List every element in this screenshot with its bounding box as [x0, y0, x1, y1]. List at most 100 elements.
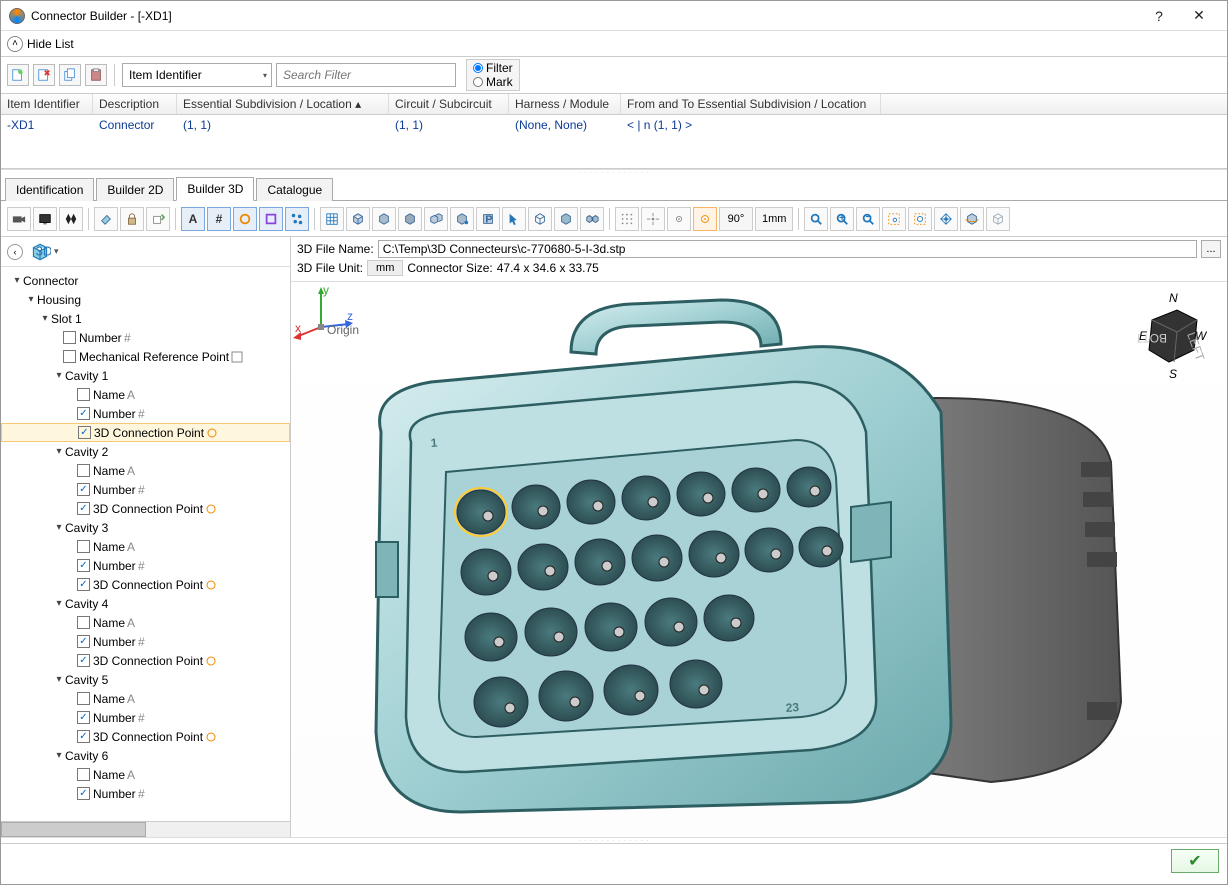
checkbox[interactable] [77, 540, 90, 553]
checkbox[interactable] [77, 464, 90, 477]
tab-builder-2d[interactable]: Builder 2D [96, 178, 174, 201]
snap-point-button[interactable] [667, 207, 691, 231]
tree-cav1-number[interactable]: Number# [1, 404, 290, 423]
tree-cavity-3[interactable]: ▾Cavity 3 [1, 518, 290, 537]
radio-mark[interactable]: Mark [473, 75, 513, 89]
checkbox[interactable] [77, 502, 90, 515]
checkbox[interactable] [77, 616, 90, 629]
tree-slot1-number[interactable]: Number# [1, 328, 290, 347]
origin-axes-gizmo[interactable]: y x z Origin [291, 282, 361, 352]
collapse-tree-button[interactable]: ‹ [7, 244, 23, 260]
snap-highlight-button[interactable] [693, 207, 717, 231]
view-screen-button[interactable] [33, 207, 57, 231]
tree-cav4-cp[interactable]: 3D Connection Point [1, 651, 290, 670]
cube-1-button[interactable] [346, 207, 370, 231]
checkbox[interactable] [77, 654, 90, 667]
checkbox[interactable] [77, 578, 90, 591]
hash-button[interactable]: # [207, 207, 231, 231]
checkbox[interactable] [77, 635, 90, 648]
zoom-select-button[interactable] [908, 207, 932, 231]
tree-cav2-cp[interactable]: 3D Connection Point [1, 499, 290, 518]
tree-slot1[interactable]: ▾Slot 1 [1, 309, 290, 328]
checkbox[interactable] [63, 350, 76, 363]
checkbox[interactable] [77, 559, 90, 572]
checkbox[interactable] [77, 787, 90, 800]
zoom-out-button[interactable]: − [856, 207, 880, 231]
zoom-fit-button[interactable] [804, 207, 828, 231]
cube-stack-button[interactable] [450, 207, 474, 231]
delete-item-button[interactable] [33, 64, 55, 86]
tree-cavity-6[interactable]: ▾Cavity 6 [1, 746, 290, 765]
checkbox[interactable] [77, 730, 90, 743]
browse-button[interactable]: ... [1201, 240, 1221, 258]
square-button[interactable] [259, 207, 283, 231]
hollow-circle-button[interactable] [233, 207, 257, 231]
lock-button[interactable] [120, 207, 144, 231]
tree-cav6-name[interactable]: NameA [1, 765, 290, 784]
cube-3-button[interactable] [398, 207, 422, 231]
cube-2-button[interactable] [372, 207, 396, 231]
new-item-button[interactable]: + [7, 64, 29, 86]
tree-housing[interactable]: ▾Housing [1, 290, 290, 309]
radio-filter[interactable]: Filter [473, 61, 513, 75]
cube-multi-button[interactable] [424, 207, 448, 231]
view-cube[interactable]: N S E W BOTTOM LEFT [1137, 292, 1207, 380]
snap-center-button[interactable] [641, 207, 665, 231]
text-a-button[interactable]: A [181, 207, 205, 231]
ok-button[interactable]: ✔ [1171, 849, 1219, 873]
cube-wire-button[interactable] [528, 207, 552, 231]
tree-cavity-1[interactable]: ▾Cavity 1 [1, 366, 290, 385]
col-description[interactable]: Description [93, 94, 177, 114]
tree-cav5-name[interactable]: NameA [1, 689, 290, 708]
tree-cav3-cp[interactable]: 3D Connection Point [1, 575, 290, 594]
checkbox[interactable] [77, 768, 90, 781]
length-value[interactable]: 1mm [755, 207, 793, 231]
checkbox[interactable] [77, 388, 90, 401]
cube-solid-button[interactable] [554, 207, 578, 231]
home-view-button[interactable] [986, 207, 1010, 231]
tree-cav4-name[interactable]: NameA [1, 613, 290, 632]
snap-grid-button[interactable] [615, 207, 639, 231]
checkbox[interactable] [77, 711, 90, 724]
checkbox[interactable] [63, 331, 76, 344]
tree-cav4-number[interactable]: Number# [1, 632, 290, 651]
chevron-down-icon[interactable]: ▾ [54, 246, 59, 257]
checkbox[interactable] [77, 407, 90, 420]
orbit-button[interactable] [960, 207, 984, 231]
cube-group-button[interactable] [580, 207, 604, 231]
tree-cav5-cp[interactable]: 3D Connection Point [1, 727, 290, 746]
tree-horizontal-scrollbar[interactable] [1, 821, 290, 837]
tree-cav3-name[interactable]: NameA [1, 537, 290, 556]
search-input[interactable] [276, 63, 456, 87]
arrow-cursor-button[interactable] [502, 207, 526, 231]
close-button[interactable]: ✕ [1179, 2, 1219, 30]
tab-identification[interactable]: Identification [5, 178, 94, 201]
col-essential[interactable]: Essential Subdivision / Location ▴ [177, 94, 389, 114]
eraser-button[interactable] [94, 207, 118, 231]
zoom-window-button[interactable] [882, 207, 906, 231]
diamond-button[interactable] [59, 207, 83, 231]
tree-cavity-2[interactable]: ▾Cavity 2 [1, 442, 290, 461]
tree-connector[interactable]: ▾Connector [1, 271, 290, 290]
col-circuit[interactable]: Circuit / Subcircuit [389, 94, 509, 114]
tab-catalogue[interactable]: Catalogue [256, 178, 333, 201]
col-item-identifier[interactable]: Item Identifier [1, 94, 93, 114]
tree-cav6-number[interactable]: Number# [1, 784, 290, 803]
hide-list-toggle[interactable]: ˄ Hide List [1, 31, 1227, 57]
tree-cav1-cp[interactable]: 3D Connection Point [1, 423, 290, 442]
tree-cav5-number[interactable]: Number# [1, 708, 290, 727]
tree-cav3-number[interactable]: Number# [1, 556, 290, 575]
help-button[interactable]: ? [1139, 2, 1179, 30]
tree-cav1-name[interactable]: NameA [1, 385, 290, 404]
checkbox[interactable] [77, 692, 90, 705]
grid-row[interactable]: -XD1 Connector (1, 1) (1, 1) (None, None… [1, 115, 1227, 137]
identifier-combo[interactable]: Item Identifier ▾ [122, 63, 272, 87]
tree-body[interactable]: ▾Connector ▾Housing ▾Slot 1 Number# Mech… [1, 267, 290, 821]
tree-cavity-5[interactable]: ▾Cavity 5 [1, 670, 290, 689]
view-camera-button[interactable] [7, 207, 31, 231]
export-button[interactable] [146, 207, 170, 231]
checkbox[interactable] [78, 426, 91, 439]
angle-value[interactable]: 90° [719, 207, 753, 231]
zoom-in-button[interactable]: + [830, 207, 854, 231]
tab-builder-3d[interactable]: Builder 3D [176, 177, 254, 201]
